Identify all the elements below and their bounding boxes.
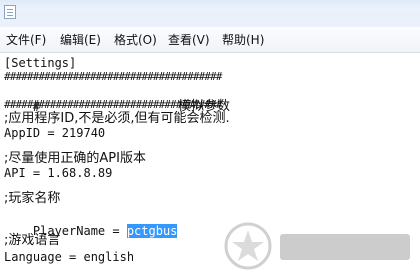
site-watermark-logo [224, 222, 410, 270]
appid-line: AppID = 219740 [4, 126, 106, 140]
selected-player-value[interactable]: pctgbus [126, 224, 178, 238]
watermark-star-icon [224, 222, 272, 270]
text-editor-area[interactable]: [Settings] #############################… [0, 53, 420, 280]
title-bar-edge [0, 0, 420, 10]
window-top-strip [0, 0, 420, 27]
menu-edit[interactable]: 编辑(E) [58, 31, 103, 49]
menu-bar: 文件(F) 编辑(E) 格式(O) 查看(V) 帮助(H) [0, 27, 420, 53]
menu-file[interactable]: 文件(F) [4, 31, 48, 49]
comment-player: ;玩家名称 [4, 191, 61, 206]
menu-help[interactable]: 帮助(H) [220, 31, 266, 49]
menu-format[interactable]: 格式(O) [112, 31, 159, 49]
menu-view[interactable]: 查看(V) [166, 31, 212, 49]
comment-language: ;游戏语言 [4, 233, 61, 248]
api-line: API = 1.68.8.89 [4, 166, 113, 180]
language-line: Language = english [4, 250, 135, 264]
watermark-banner [280, 234, 410, 260]
playername-line: PlayerName = pctgbus [4, 207, 178, 238]
notepad-icon [4, 5, 16, 19]
